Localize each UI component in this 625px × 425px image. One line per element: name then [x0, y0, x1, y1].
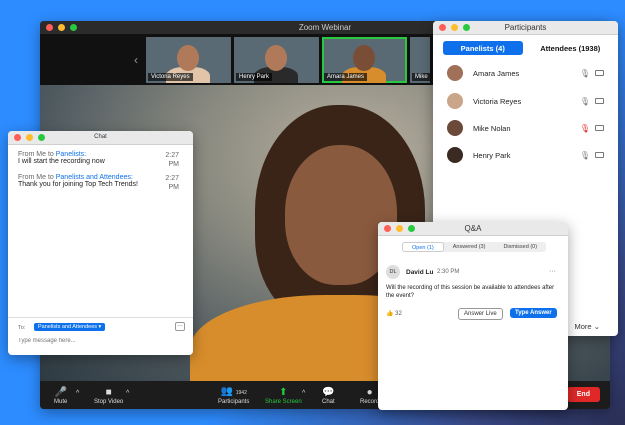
microphone-icon[interactable]: 🎙	[580, 69, 590, 78]
qa-window: Q&A Open (1) Answered (3) Dismissed (0) …	[378, 222, 568, 410]
question-author: David Lu	[406, 269, 434, 276]
thumbnail-name: Amara James	[324, 73, 368, 81]
stop-video-label: Stop Video	[94, 399, 124, 405]
thumbnail-name: Henry Park	[236, 73, 273, 81]
tab-dismissed[interactable]: Dismissed (0)	[494, 242, 546, 252]
more-label: More	[574, 322, 592, 331]
video-camera-icon: ■	[105, 387, 112, 398]
chat-title: Chat	[94, 134, 107, 140]
participant-name: Amara James	[473, 68, 520, 78]
tab-open[interactable]: Open (1)	[402, 242, 444, 252]
video-thumbnail[interactable]: Henry Park	[234, 37, 319, 83]
participants-titlebar: Participants	[433, 21, 618, 35]
qa-tabs: Open (1) Answered (3) Dismissed (0)	[402, 242, 547, 252]
chevron-down-icon: ▾	[98, 324, 102, 330]
upvote-button[interactable]: 👍 32	[386, 310, 402, 317]
participants-count: 1942	[235, 390, 247, 396]
video-thumbnail[interactable]: Victoria Reyes	[146, 37, 231, 83]
answer-live-button[interactable]: Answer Live	[458, 308, 503, 320]
microphone-icon[interactable]: 🎙	[580, 151, 590, 160]
more-button[interactable]: More ⌄	[575, 322, 600, 331]
avatar	[447, 65, 463, 81]
record-label: Record	[360, 399, 380, 405]
video-thumbnail-active[interactable]: Amara James	[322, 37, 407, 83]
chat-titlebar: Chat	[8, 131, 193, 145]
video-options-caret[interactable]: ^	[126, 390, 129, 397]
microphone-icon[interactable]: 🎙	[580, 97, 590, 106]
avatar	[447, 120, 463, 136]
avatar: DL	[386, 265, 400, 279]
chat-button[interactable]: 💬 Chat	[322, 387, 335, 405]
mute-button[interactable]: 🎤 Mute	[54, 387, 67, 405]
more-options-icon[interactable]: …	[175, 322, 185, 331]
video-thumbnail[interactable]: Mike	[410, 37, 430, 83]
chat-sender: From Me to	[18, 151, 54, 158]
chevron-down-icon: ⌄	[593, 322, 600, 331]
avatar	[447, 147, 463, 163]
participant-row[interactable]: Henry Park 🎙	[447, 145, 612, 165]
qa-titlebar: Q&A	[378, 222, 568, 236]
participant-row[interactable]: Mike Nolan 🎙	[447, 118, 612, 138]
end-button[interactable]: End	[566, 387, 600, 402]
chat-sender: From Me to	[18, 174, 54, 181]
chat-label: Chat	[322, 399, 335, 405]
chat-timestamp: 2:27 PM	[165, 175, 179, 191]
share-screen-icon: ⬆	[279, 387, 288, 398]
share-screen-label: Share Screen	[265, 399, 302, 405]
participants-button[interactable]: 👥 1942 Participants	[218, 386, 249, 405]
share-screen-button[interactable]: ⬆ Share Screen	[265, 387, 302, 405]
participant-name: Victoria Reyes	[473, 96, 522, 106]
participants-icon: 👥 1942	[220, 386, 247, 397]
chat-timestamp: 2:27 PM	[165, 152, 179, 168]
participants-tabs: Panelists (4) Attendees (1938)	[443, 41, 610, 55]
tab-answered[interactable]: Answered (3)	[444, 242, 495, 252]
thumbnail-face	[265, 45, 287, 71]
recipient-select[interactable]: Panelists and Attendees ▾	[34, 323, 106, 331]
chat-recipient[interactable]: Panelists and Attendees:	[56, 174, 133, 181]
thumbnail-name: Mike	[412, 73, 430, 81]
chat-icon: 💬	[322, 387, 335, 398]
recipient-value: Panelists and Attendees	[38, 324, 98, 330]
chat-message: From Me to Panelists: I will start the r…	[18, 151, 183, 168]
video-camera-icon[interactable]	[595, 125, 604, 131]
question-text: Will the recording of this session be av…	[386, 285, 555, 299]
upvote-count: 32	[395, 311, 402, 317]
stop-video-button[interactable]: ■ Stop Video	[94, 387, 123, 405]
qa-title: Q&A	[464, 224, 482, 233]
more-options-icon[interactable]: ···	[549, 268, 556, 275]
microphone-icon: 🎤	[54, 387, 67, 398]
thumbs-up-icon: 👍	[386, 311, 394, 317]
record-icon: ●	[366, 387, 373, 398]
mute-label: Mute	[54, 399, 68, 405]
tab-attendees[interactable]: Attendees (1938)	[531, 41, 611, 55]
thumbnail-face	[177, 45, 199, 71]
thumbnail-name: Victoria Reyes	[148, 73, 193, 81]
record-button[interactable]: ● Record	[360, 387, 379, 405]
chat-message: From Me to Panelists and Attendees: Than…	[18, 174, 183, 191]
chat-divider	[8, 317, 193, 318]
type-answer-button[interactable]: Type Answer	[510, 308, 557, 318]
mute-options-caret[interactable]: ^	[76, 390, 79, 397]
participants-title: Participants	[504, 23, 547, 32]
participant-name: Mike Nolan	[473, 123, 511, 133]
participant-name: Henry Park	[473, 150, 511, 160]
chat-recipient[interactable]: Panelists:	[56, 151, 86, 158]
gallery-prev-icon[interactable]: ‹	[134, 53, 138, 67]
participant-row[interactable]: Victoria Reyes 🎙	[447, 91, 612, 111]
participant-row[interactable]: Amara James 🎙	[447, 63, 612, 83]
video-camera-icon[interactable]	[595, 152, 604, 158]
avatar	[447, 93, 463, 109]
participants-label: Participants	[218, 399, 250, 405]
question-time: 2:30 PM	[437, 269, 460, 275]
chat-window: Chat From Me to Panelists: I will start …	[8, 131, 193, 355]
video-camera-icon[interactable]	[595, 70, 604, 76]
to-label: To:	[18, 325, 26, 331]
thumbnail-face	[353, 45, 375, 71]
chat-message-input[interactable]	[18, 338, 178, 344]
tab-panelists[interactable]: Panelists (4)	[443, 41, 523, 55]
video-camera-icon[interactable]	[595, 98, 604, 104]
share-options-caret[interactable]: ^	[302, 390, 305, 397]
microphone-muted-icon[interactable]: 🎙	[580, 124, 590, 133]
